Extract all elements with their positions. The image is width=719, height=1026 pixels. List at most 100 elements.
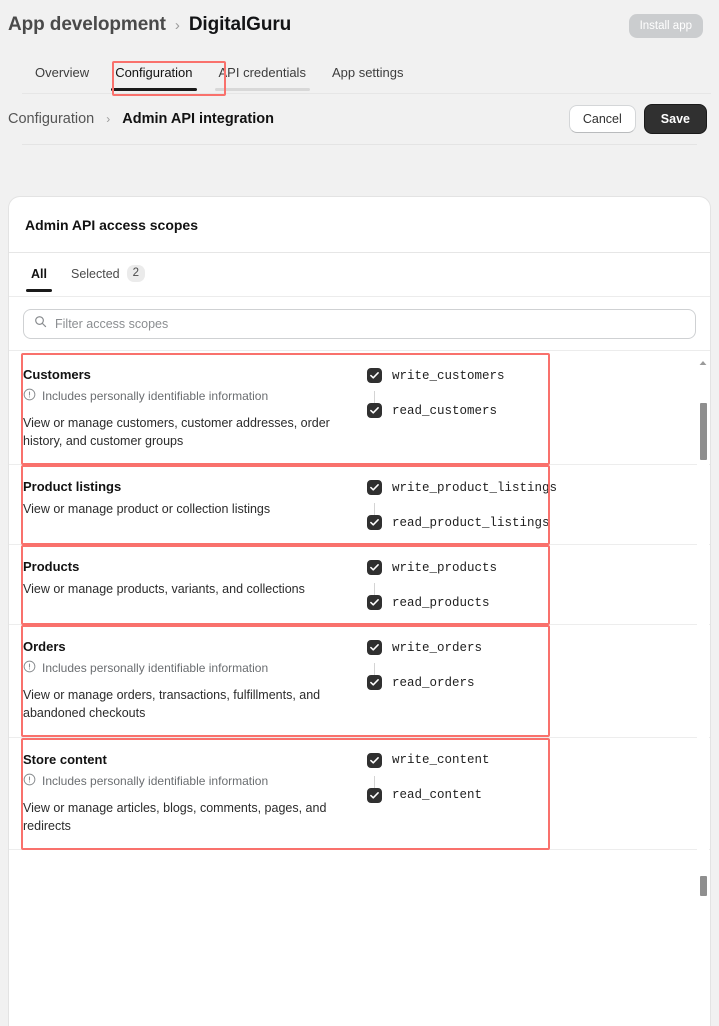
checkbox-checked-icon[interactable] — [367, 787, 382, 803]
search-icon — [34, 315, 47, 333]
search-box[interactable] — [23, 309, 696, 339]
scope-checkbox-item[interactable]: write_customers — [367, 368, 505, 383]
scope-checkbox-group: write_content read_content — [367, 752, 490, 835]
search-input[interactable] — [55, 317, 685, 331]
scope-name-label: write_products — [392, 560, 498, 575]
pii-notice: Includes personally identifiable informa… — [23, 660, 357, 676]
inner-scrollbar-thumb-secondary[interactable] — [699, 876, 707, 896]
breadcrumb-top: App development › DigitalGuru — [8, 14, 291, 36]
scope-checkbox-group: write_product_listings read_product_listi… — [367, 479, 558, 531]
scope-name-label: write_orders — [392, 640, 483, 655]
checkbox-checked-icon[interactable] — [367, 675, 382, 691]
scope-name-label: read_products — [392, 595, 490, 610]
scope-checkbox-item[interactable]: write_product_listings — [367, 480, 558, 496]
tab-app-settings[interactable]: App settings — [319, 57, 417, 90]
top-tabstrip: Overview Configuration API credentials A… — [0, 52, 719, 96]
inner-scrollbar-thumb[interactable] — [699, 403, 707, 460]
scope-description: View or manage articles, blogs, comments… — [23, 800, 327, 833]
pii-notice-label: Includes personally identifiable informa… — [42, 661, 269, 676]
install-app-button[interactable]: Install app — [628, 14, 703, 38]
scope-row-info: Products View or manage products, variant… — [23, 559, 367, 610]
scope-description: View or manage product or collection lis… — [23, 502, 271, 517]
page-subheader: Configuration › Admin API integration Ca… — [0, 94, 719, 144]
subheader-actions: Cancel Save — [568, 104, 707, 134]
tab-configuration[interactable]: Configuration — [102, 57, 205, 91]
page-title: Admin API integration — [122, 111, 274, 127]
card-tab-all-label: All — [31, 266, 47, 281]
scope-checkbox-item[interactable]: write_orders — [367, 640, 483, 656]
breadcrumb-parent-link[interactable]: App development — [8, 14, 166, 36]
scope-row: Product listings View or manage product o… — [9, 465, 710, 546]
tab-overview[interactable]: Overview — [22, 57, 102, 90]
scope-checkbox-item[interactable]: read_orders — [367, 675, 482, 691]
scope-name-label: write_product_listings — [392, 480, 558, 495]
scope-name-label: read_customers — [392, 403, 498, 418]
scope-name-label: read_product_listings — [392, 515, 550, 530]
scope-group-title: Products — [23, 559, 80, 575]
page-scrollbar-track[interactable] — [711, 0, 719, 1018]
scope-group-title: Orders — [23, 639, 66, 655]
card-tab-selected-count-badge: 2 — [126, 264, 146, 283]
checkbox-checked-icon[interactable] — [367, 403, 382, 418]
scope-checkbox-group: write_orders read_orders — [367, 639, 482, 722]
scope-row: Orders Includes personally identifiable i… — [9, 625, 710, 738]
cancel-button[interactable]: Cancel — [568, 105, 636, 133]
scope-group-title: Customers — [23, 367, 91, 382]
checkbox-checked-icon[interactable] — [367, 560, 382, 576]
scope-list: read_custom_pixelsCustomersIncludes pers… — [9, 351, 710, 850]
scope-checkbox-item[interactable]: write_content — [367, 752, 490, 768]
scope-list-scroll-area[interactable]: read_custom_pixelsCustomersIncludes pers… — [9, 350, 710, 1026]
scope-name-label: write_content — [392, 753, 490, 767]
chevron-right-icon: › — [174, 16, 180, 34]
scope-checkbox-item[interactable]: read_products — [367, 595, 497, 611]
card-tabs-divider — [9, 296, 710, 297]
scope-checkbox-group: write_products read_products — [367, 559, 498, 611]
checkbox-checked-icon[interactable] — [367, 480, 382, 496]
scope-group-title: Store content — [23, 751, 107, 767]
scope-name-label: write_customers — [392, 368, 505, 383]
save-button[interactable]: Save — [643, 104, 707, 134]
scope-description: View or manage products, variants, and c… — [23, 582, 305, 597]
checkbox-checked-icon[interactable] — [367, 368, 382, 383]
scope-checkbox-item[interactable]: read_product_listings — [367, 515, 557, 531]
scope-description: View or manage orders, transactions, ful… — [23, 688, 321, 721]
scope-row-info: Product listings View or manage product o… — [23, 479, 367, 530]
pii-notice-label: Includes personally identifiable informa… — [42, 773, 269, 788]
scope-checkbox-item[interactable]: read_customers — [367, 403, 505, 418]
scope-row-info: Store content Includes personally identif… — [23, 752, 367, 835]
scope-row-info: Customers Includes personally identifiabl… — [23, 367, 367, 450]
scope-description: View or manage customers, customer addre… — [23, 416, 330, 449]
scroll-up-arrow-icon[interactable] — [699, 353, 707, 365]
scope-row: Products View or manage products, variant… — [9, 545, 710, 626]
card-title: Admin API access scopes — [25, 217, 199, 233]
info-circle-icon — [23, 388, 36, 404]
scope-name-label: read_content — [392, 788, 483, 802]
scope-checkbox-item[interactable]: read_content — [367, 787, 490, 803]
pii-notice: Includes personally identifiable informa… — [23, 773, 357, 789]
chevron-right-icon-sub: › — [106, 112, 111, 126]
inner-scrollbar[interactable] — [697, 351, 709, 1026]
scope-row: Store content Includes personally identif… — [9, 738, 710, 850]
breadcrumb-current-app-name: DigitalGuru — [188, 14, 292, 35]
tabstrip-divider — [22, 93, 719, 94]
card-tabstrip: All Selected 2 — [9, 253, 710, 297]
checkbox-checked-icon[interactable] — [367, 752, 382, 768]
tab-api-credentials[interactable]: API credentials — [206, 57, 319, 91]
scope-name-label: read_orders — [392, 675, 475, 690]
scope-group-title: Product listings — [23, 479, 122, 495]
scope-checkbox-item[interactable]: write_products — [367, 560, 498, 576]
pii-notice-label: Includes personally identifiable informa… — [42, 389, 269, 403]
app-header: App development › DigitalGuru Install ap… — [0, 0, 719, 52]
subheader-breadcrumb-parent[interactable]: Configuration — [8, 111, 94, 127]
checkbox-checked-icon[interactable] — [367, 515, 382, 531]
access-scopes-card: Admin API access scopes All Selected 2 F… — [8, 196, 711, 1026]
scope-row: Customers Includes personally identifiabl… — [9, 353, 710, 466]
card-tab-selected[interactable]: Selected 2 — [59, 256, 157, 293]
pii-notice: Includes personally identifiable informa… — [23, 388, 357, 404]
breadcrumb-sub: Configuration › Admin API integration — [8, 111, 274, 127]
checkbox-checked-icon[interactable] — [367, 640, 382, 656]
card-tab-selected-label: Selected — [70, 266, 120, 281]
checkbox-checked-icon[interactable] — [367, 595, 382, 611]
card-tab-all[interactable]: All — [19, 258, 59, 292]
scope-checkbox-group: write_customers read_customers — [367, 367, 505, 450]
